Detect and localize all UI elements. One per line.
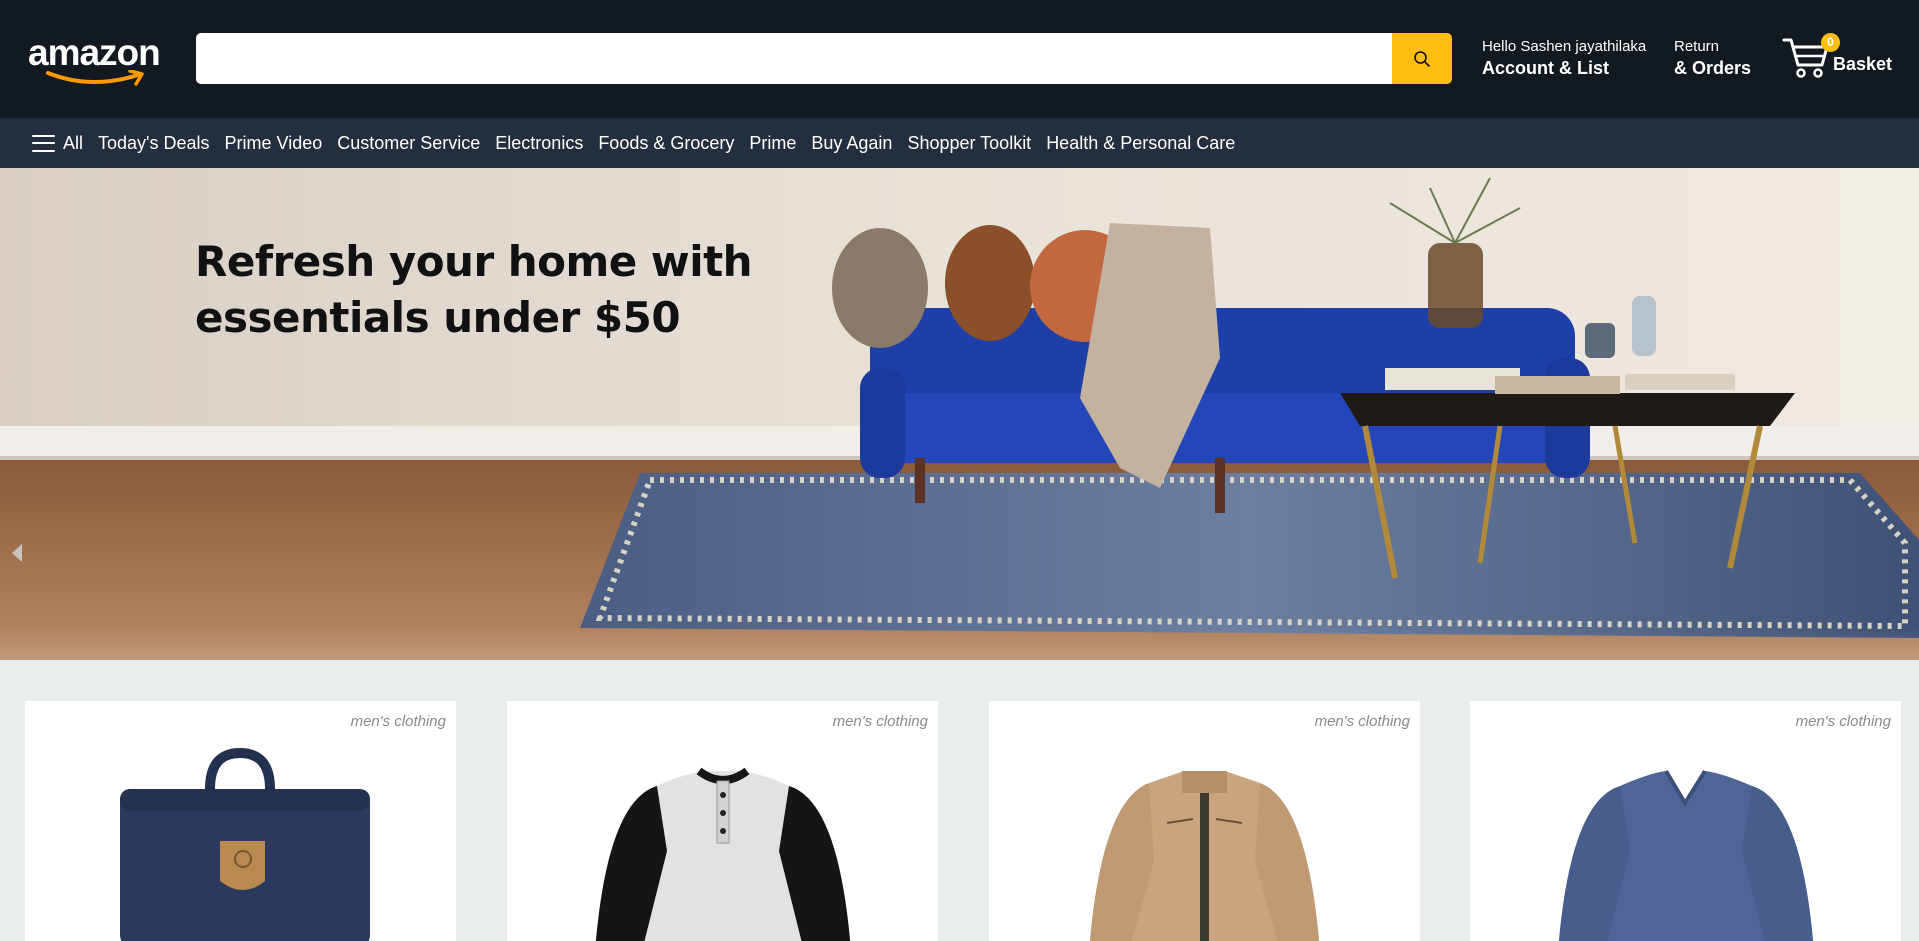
search-bar: [196, 33, 1452, 84]
nav-all-menu[interactable]: All: [32, 133, 83, 154]
nav-item-shopper-toolkit[interactable]: Shopper Toolkit: [907, 133, 1031, 154]
navy-backpack-image: [120, 747, 370, 941]
banner-prev-arrow-icon[interactable]: [12, 544, 22, 562]
returns-orders-link[interactable]: Return & Orders: [1674, 37, 1751, 80]
nav-item-customer-service[interactable]: Customer Service: [337, 133, 480, 154]
nav-bar: All Today's Deals Prime Video Customer S…: [0, 118, 1919, 168]
blue-vneck-shirt-image: [1558, 769, 1814, 941]
nav-item-prime-video[interactable]: Prime Video: [225, 133, 323, 154]
logo-text: amazon: [28, 32, 161, 73]
banner-headline-line1: Refresh your home with: [195, 237, 753, 286]
product-category: men's clothing: [1795, 713, 1891, 730]
account-lists-link[interactable]: Hello Sashen jayathilaka Account & List: [1482, 37, 1646, 80]
nav-item-buy-again[interactable]: Buy Again: [811, 133, 892, 154]
nav-all-label: All: [63, 132, 84, 153]
search-button[interactable]: [1392, 33, 1452, 84]
basket-button[interactable]: 0 Basket: [1782, 30, 1902, 86]
orders-line1: Return: [1674, 38, 1720, 55]
hamburger-menu-icon: [32, 134, 55, 152]
nav-item-foods-grocery[interactable]: Foods & Grocery: [598, 133, 734, 154]
header: amazon Hello Sashen jayathilaka Account …: [0, 0, 1919, 118]
search-icon: [1414, 50, 1430, 67]
account-greeting: Hello Sashen jayathilaka: [1482, 38, 1647, 55]
product-card[interactable]: men's clothing: [989, 701, 1420, 941]
nav-item-prime[interactable]: Prime: [749, 133, 796, 154]
product-card[interactable]: men's clothing: [25, 701, 456, 941]
search-input[interactable]: [196, 33, 1392, 84]
basket-count-badge: 0: [1821, 33, 1840, 52]
banner-headline-line2: essentials under $50: [195, 293, 681, 342]
nav-item-electronics[interactable]: Electronics: [495, 133, 583, 154]
raglan-henley-shirt-image: [595, 767, 851, 941]
khaki-jacket-image: [1089, 771, 1320, 941]
orders-line2: & Orders: [1674, 58, 1752, 78]
product-category: men's clothing: [832, 713, 928, 730]
product-card[interactable]: men's clothing: [507, 701, 938, 941]
product-card[interactable]: men's clothing: [1470, 701, 1901, 941]
product-category: men's clothing: [350, 713, 446, 730]
smile-arrow-icon: [46, 70, 144, 86]
amazon-logo[interactable]: amazon: [28, 30, 173, 90]
basket-label: Basket: [1833, 54, 1893, 74]
nav-item-health-personal-care[interactable]: Health & Personal Care: [1046, 133, 1235, 154]
product-category: men's clothing: [1314, 713, 1410, 730]
banner-headline: Refresh your home with essentials under …: [195, 234, 753, 346]
account-label: Account & List: [1482, 58, 1610, 78]
nav-item-todays-deals[interactable]: Today's Deals: [98, 133, 210, 154]
